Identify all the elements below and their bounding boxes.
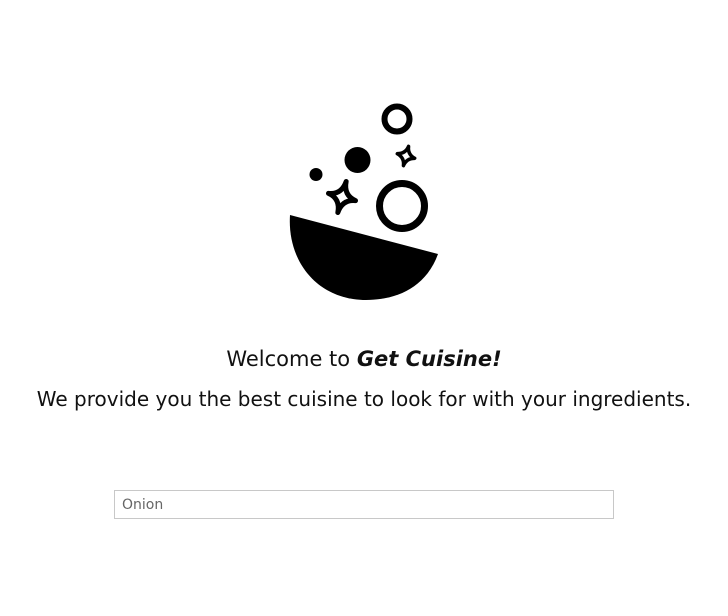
tagline: We provide you the best cuisine to look … <box>36 387 692 411</box>
ingredient-search-input[interactable] <box>114 490 614 519</box>
welcome-heading: Welcome to Get Cuisine! <box>0 342 728 376</box>
cooking-bowl-icon <box>284 100 444 305</box>
brand-name: Get Cuisine! <box>356 347 502 371</box>
welcome-prefix: Welcome to <box>226 347 357 371</box>
